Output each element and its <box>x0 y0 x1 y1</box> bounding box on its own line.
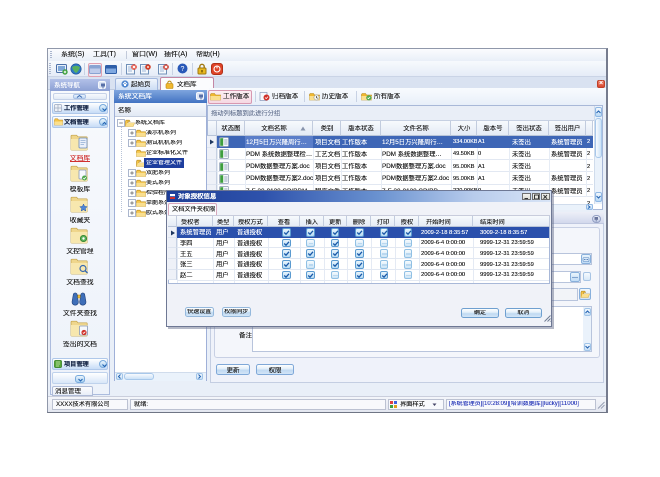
svg-text:?: ? <box>181 66 185 73</box>
